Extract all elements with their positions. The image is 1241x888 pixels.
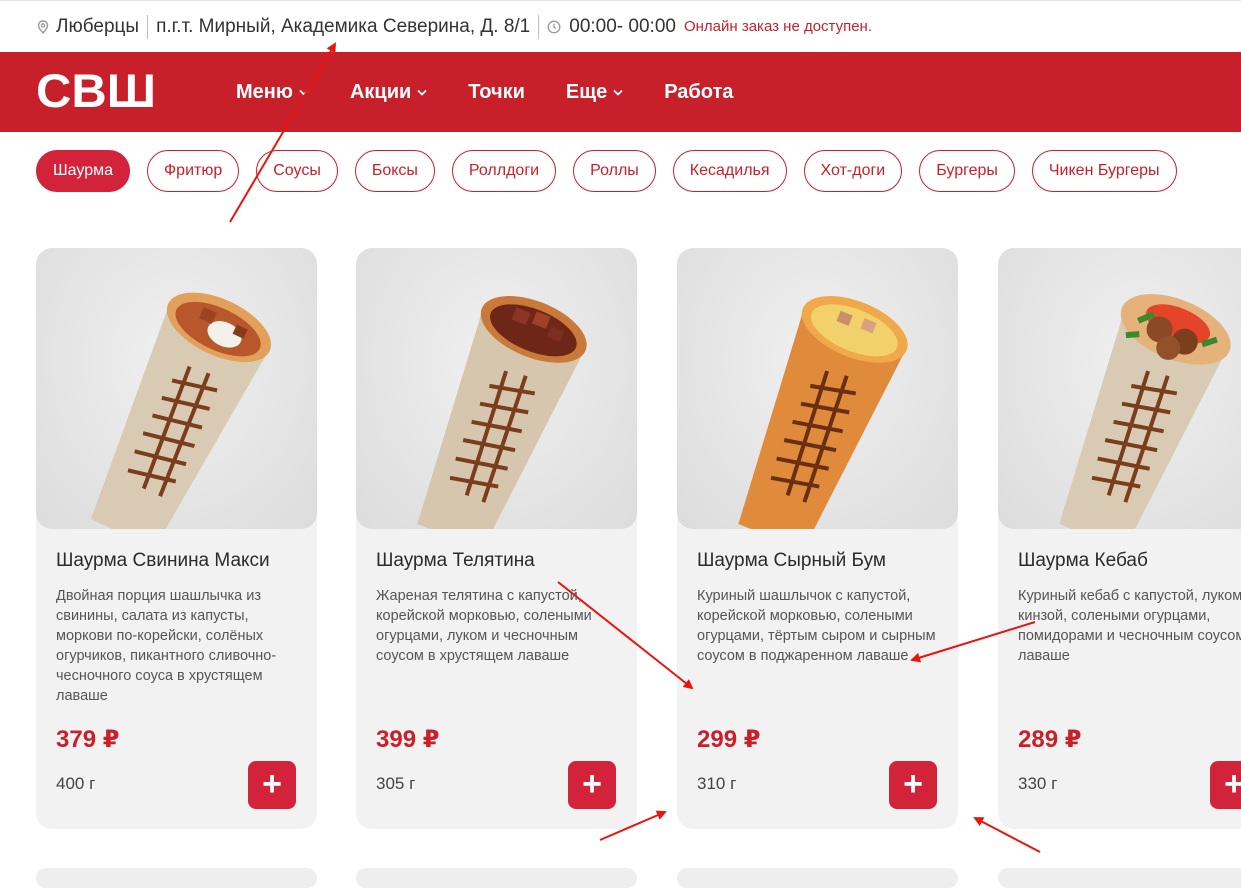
- address-text[interactable]: п.г.т. Мирный, Академика Северина, Д. 8/…: [156, 16, 530, 38]
- product-image[interactable]: [677, 248, 958, 529]
- product-title[interactable]: Шаурма Телятина: [376, 550, 535, 572]
- category-rolls[interactable]: Роллы: [573, 150, 656, 192]
- category-burgers[interactable]: Бургеры: [919, 150, 1015, 192]
- plus-icon: +: [582, 764, 602, 803]
- order-unavailable-notice: Онлайн заказ не доступен.: [683, 18, 873, 35]
- nav-more[interactable]: Еще: [566, 81, 623, 104]
- product-image[interactable]: [356, 248, 637, 529]
- category-chicken-burgers[interactable]: Чикен Бургеры: [1031, 150, 1177, 192]
- category-quesadilla[interactable]: Кесадилья: [672, 150, 787, 192]
- svg-text:СВШ: СВШ: [36, 70, 156, 110]
- plus-icon: +: [262, 764, 282, 803]
- nav-more-label: Еще: [565, 80, 608, 103]
- product-price: 299 ₽: [697, 726, 761, 753]
- product-title[interactable]: Шаурма Кебаб: [1018, 550, 1148, 572]
- main-header: СВШ Меню Акции Точки Еще Работа: [0, 52, 1241, 132]
- nav-menu-label: Меню: [236, 80, 293, 103]
- chevron-down-icon: [299, 89, 309, 96]
- product-price: 399 ₽: [376, 726, 440, 753]
- main-nav: Меню Акции Точки Еще Работа: [236, 52, 774, 132]
- category-sauces[interactable]: Соусы: [256, 150, 338, 192]
- nav-jobs[interactable]: Работа: [664, 81, 733, 104]
- category-hotdogs[interactable]: Хот-доги: [803, 150, 903, 192]
- product-card-partial: [36, 868, 317, 888]
- divider: [538, 14, 540, 39]
- plus-icon: +: [1224, 764, 1241, 803]
- category-boxes[interactable]: Боксы: [354, 150, 435, 192]
- add-to-cart-button[interactable]: +: [248, 761, 296, 809]
- location-pin-icon: [37, 19, 49, 34]
- product-description: Жареная телятина с капустой, корейской м…: [376, 588, 592, 664]
- product-description: Двойная порция шашлычка из свинины, сала…: [56, 588, 277, 704]
- category-shawarma[interactable]: Шаурма: [36, 150, 130, 192]
- location-bar: Люберцы п.г.т. Мирный, Академика Северин…: [0, 0, 1241, 52]
- product-card[interactable]: Шаурма Кебаб Куриный кебаб с капустой, л…: [998, 248, 1241, 829]
- product-image[interactable]: [36, 248, 317, 529]
- product-card[interactable]: Шаурма Свинина Макси Двойная порция шашл…: [36, 248, 317, 829]
- product-title[interactable]: Шаурма Свинина Макси: [56, 550, 270, 572]
- clock-icon: [547, 20, 561, 33]
- product-weight: 305 г: [376, 774, 416, 793]
- product-description: Куриный шашлычок с капустой, корейской м…: [697, 588, 936, 664]
- nav-locations[interactable]: Точки: [468, 81, 525, 104]
- nav-promotions-label: Акции: [349, 80, 412, 103]
- add-to-cart-button[interactable]: +: [889, 761, 937, 809]
- add-to-cart-button[interactable]: +: [568, 761, 616, 809]
- working-hours: 00:00- 00:00: [569, 15, 676, 37]
- divider: [147, 14, 149, 39]
- chevron-down-icon: [417, 89, 427, 96]
- category-tabs: Шаурма Фритюр Соусы Боксы Роллдоги Роллы…: [36, 150, 1194, 192]
- product-card[interactable]: Шаурма Сырный Бум Куриный шашлычок с кап…: [677, 248, 958, 829]
- product-card-partial: [677, 868, 958, 888]
- product-weight: 310 г: [697, 774, 737, 793]
- nav-jobs-label: Работа: [664, 80, 734, 103]
- logo[interactable]: СВШ: [36, 70, 158, 110]
- category-fryer[interactable]: Фритюр: [147, 150, 240, 192]
- nav-promotions[interactable]: Акции: [350, 81, 427, 104]
- chevron-down-icon: [613, 89, 623, 96]
- product-card[interactable]: Шаурма Телятина Жареная телятина с капус…: [356, 248, 637, 829]
- product-weight: 400 г: [56, 774, 96, 793]
- product-title[interactable]: Шаурма Сырный Бум: [697, 550, 886, 572]
- product-card-partial: [998, 868, 1241, 888]
- nav-locations-label: Точки: [468, 80, 525, 103]
- product-image[interactable]: [998, 248, 1241, 529]
- category-rolldogs[interactable]: Роллдоги: [451, 150, 557, 192]
- product-price: 379 ₽: [56, 726, 120, 753]
- product-price: 289 ₽: [1018, 726, 1082, 753]
- product-description: Куриный кебаб с капустой, луком, кинзой,…: [1018, 588, 1241, 664]
- plus-icon: +: [903, 764, 923, 803]
- add-to-cart-button[interactable]: +: [1210, 761, 1241, 809]
- city-selector[interactable]: Люберцы: [56, 16, 139, 38]
- product-card-partial: [356, 868, 637, 888]
- product-weight: 330 г: [1018, 774, 1058, 793]
- nav-menu[interactable]: Меню: [236, 81, 309, 104]
